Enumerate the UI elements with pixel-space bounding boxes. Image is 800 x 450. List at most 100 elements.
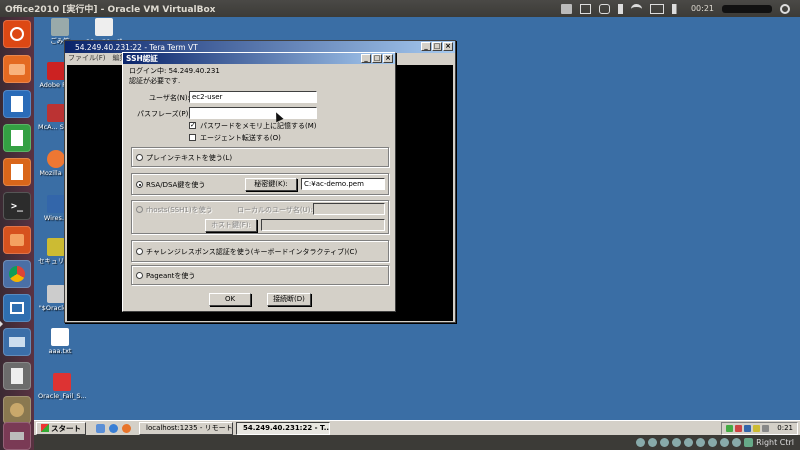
host-key-field[interactable]: [261, 219, 385, 231]
teraterm-title: 54.249.40.231:22 - Tera Term VT: [75, 42, 198, 52]
guest-tray: 0:21: [721, 421, 798, 435]
plaintext-radio[interactable]: [136, 154, 143, 161]
plaintext-label: プレインテキストを使う(L): [146, 154, 233, 162]
mouse-integration-icon[interactable]: [732, 438, 742, 447]
tray-app-icon[interactable]: [762, 424, 770, 432]
chat-icon[interactable]: [598, 3, 610, 14]
files-icon[interactable]: [3, 55, 31, 83]
terminal-icon[interactable]: >_: [3, 192, 31, 220]
optical-drive-icon[interactable]: [648, 438, 658, 447]
mail-icon[interactable]: [579, 3, 591, 14]
host-key-label: Right Ctrl: [756, 438, 794, 447]
rsa-key-label: RSA/DSA鍵を使う: [146, 181, 206, 189]
launcher: >_: [0, 17, 34, 450]
dialog-window-buttons: _ □ ×: [361, 54, 393, 63]
wifi-icon[interactable]: [630, 3, 642, 14]
software-center-icon[interactable]: [3, 226, 31, 254]
minimize-button[interactable]: _: [361, 54, 371, 63]
firefox-icon: [47, 150, 65, 168]
start-button[interactable]: スタート: [36, 421, 86, 435]
maximize-button[interactable]: □: [372, 54, 382, 63]
tray-app-icon[interactable]: [753, 424, 761, 432]
mascot-icon[interactable]: [3, 396, 31, 424]
rsa-key-radio[interactable]: [136, 181, 143, 188]
capture-icon[interactable]: [720, 438, 730, 447]
shared-folder-icon[interactable]: [696, 438, 706, 447]
host-key-arrow-icon: [744, 438, 754, 447]
username-field[interactable]: ec2-user: [189, 91, 317, 103]
challenge-response-label: チャレンジレスポンス認証を使う(キーボードインタラクティブ)(C): [146, 248, 358, 256]
window-title: Office2010 [実行中] - Oracle VM VirtualBox: [5, 5, 216, 15]
clock[interactable]: 00:21: [691, 4, 714, 13]
guest-clock[interactable]: 0:21: [777, 424, 793, 432]
disconnect-button[interactable]: 接続断(D): [267, 293, 311, 306]
desktop-icon[interactable]: aaa.txt: [42, 328, 78, 355]
ssh-auth-dialog[interactable]: SSH認証 _ □ × ログイン中: 54.249.40.231 認証が必要です…: [122, 52, 396, 312]
maximize-button[interactable]: □: [432, 42, 442, 51]
volume-icon[interactable]: [671, 3, 683, 14]
pageant-label: Pageantを使う: [146, 272, 196, 280]
chrome-icon[interactable]: [3, 260, 31, 288]
dialog-title: SSH認証: [126, 54, 158, 63]
username-label: ユーザ名(N):: [149, 94, 190, 102]
minimize-button[interactable]: _: [421, 42, 431, 51]
impress-icon[interactable]: [3, 158, 31, 186]
close-button[interactable]: ×: [383, 54, 393, 63]
system-tray: 00:21: [560, 3, 800, 14]
trash-icon[interactable]: [3, 422, 31, 450]
rhosts-radio[interactable]: [136, 206, 143, 213]
bluetooth-icon[interactable]: [617, 3, 623, 14]
usb-icon[interactable]: [684, 438, 694, 447]
tray-app-icon[interactable]: [735, 424, 743, 432]
text-editor-icon[interactable]: [3, 362, 31, 390]
pageant-radio[interactable]: [136, 272, 143, 279]
challenge-response-radio[interactable]: [136, 248, 143, 255]
dialog-titlebar[interactable]: SSH認証: [123, 53, 395, 64]
virtualbox-icon[interactable]: [3, 294, 31, 322]
ie-icon[interactable]: [109, 423, 118, 433]
task-teraterm[interactable]: 54.249.40.231:22 - T...: [236, 421, 330, 435]
display-icon[interactable]: [708, 438, 718, 447]
auth-required-text: 認証が必要です.: [129, 77, 181, 85]
tray-app-icon[interactable]: [744, 424, 752, 432]
menu-file[interactable]: ファイル(F): [68, 53, 106, 63]
file-icon: [95, 18, 113, 36]
close-button[interactable]: ×: [443, 42, 453, 51]
start-label: スタート: [51, 423, 81, 433]
vbox-status-bar: Right Ctrl: [34, 435, 800, 450]
writer-icon[interactable]: [3, 90, 31, 118]
agent-forward-checkbox[interactable]: [189, 134, 196, 141]
remember-password-checkbox[interactable]: ✓: [189, 122, 196, 129]
adobe-reader-icon: [47, 62, 65, 80]
task-remote-desktop[interactable]: localhost:1235 - リモート...: [139, 421, 233, 435]
tray-app-icon[interactable]: [726, 424, 734, 432]
mcafee-icon: [47, 104, 65, 122]
harddisk-icon[interactable]: [636, 438, 646, 447]
ubuntu-dash-icon[interactable]: [3, 20, 31, 48]
login-status: ログイン中: 54.249.40.231: [129, 67, 220, 75]
desktop-icon[interactable]: Oracle_Fail_S...: [38, 373, 86, 400]
firefox-icon[interactable]: [122, 423, 131, 433]
audio-icon[interactable]: [660, 438, 670, 447]
private-key-path-field[interactable]: C:¥ac-demo.pem: [301, 178, 385, 190]
guest-taskbar: スタート localhost:1235 - リモート... 54.249.40.…: [34, 420, 800, 435]
battery-icon[interactable]: [649, 3, 664, 14]
agent-forward-label: エージェント転送する(O): [200, 134, 281, 142]
local-user-label: ローカルのユーザ名(U):: [237, 206, 313, 214]
keyboard-icon[interactable]: [560, 3, 572, 14]
calc-icon[interactable]: [3, 124, 31, 152]
passphrase-field[interactable]: [189, 107, 317, 119]
wireshark-icon: [47, 195, 65, 213]
remote-desktop-icon[interactable]: [3, 328, 31, 356]
redacted-username: [722, 4, 772, 13]
ok-button[interactable]: OK: [209, 293, 251, 306]
show-desktop-icon[interactable]: [96, 423, 105, 433]
passphrase-label: パスフレーズ(P):: [137, 110, 191, 118]
private-key-button[interactable]: 秘密鍵(K):: [245, 178, 297, 191]
gear-icon[interactable]: [780, 3, 790, 14]
host-key-button[interactable]: ホスト鍵(F):: [205, 219, 257, 232]
local-user-field[interactable]: [313, 203, 385, 215]
top-panel: Office2010 [実行中] - Oracle VM VirtualBox …: [0, 0, 800, 17]
rhosts-label: rhosts(SSH1)を使う: [146, 206, 213, 214]
network-icon[interactable]: [672, 438, 682, 447]
